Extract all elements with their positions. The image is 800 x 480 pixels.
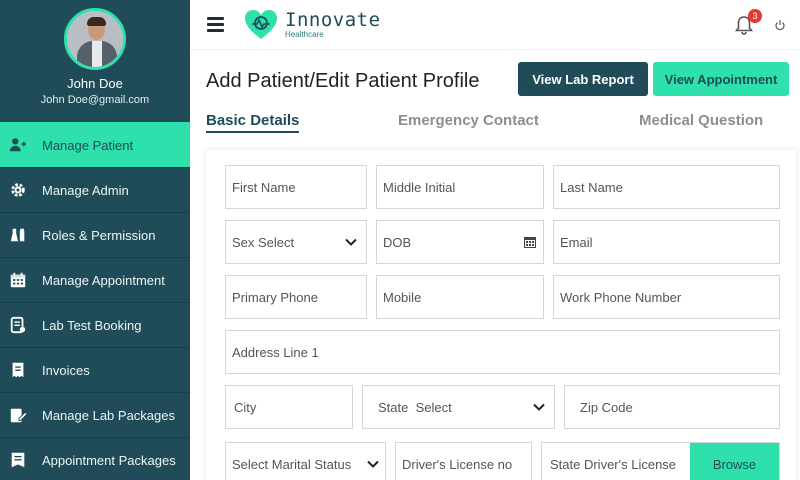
heart-logo-icon	[245, 10, 277, 39]
dob-field[interactable]: DOB	[376, 220, 544, 264]
marital-status-value: Select Marital Status	[232, 456, 352, 472]
first-name-field[interactable]: First Name	[225, 165, 367, 209]
zip-code-field[interactable]: Zip Code	[564, 385, 780, 429]
zip-code-placeholder: Zip Code	[580, 399, 633, 415]
last-name-field[interactable]: Last Name	[553, 165, 780, 209]
mobile-placeholder: Mobile	[383, 289, 422, 305]
primary-phone-placeholder: Primary Phone	[232, 289, 318, 305]
sidebar-item-label: Manage Admin	[42, 182, 129, 198]
logo[interactable]: Innovate Healthcare	[243, 8, 381, 42]
flask-icon	[8, 225, 28, 245]
work-phone-field[interactable]: Work Phone Number	[553, 275, 780, 319]
address-line-1-placeholder: Address Line 1	[232, 344, 319, 360]
primary-phone-field[interactable]: Primary Phone	[225, 275, 367, 319]
state-select[interactable]: State Select	[362, 385, 555, 429]
work-phone-placeholder: Work Phone Number	[560, 289, 682, 305]
chevron-down-icon	[367, 460, 379, 468]
sex-select-value: Sex Select	[232, 234, 295, 250]
chevron-down-icon	[345, 238, 357, 246]
state-select-value: State Select	[378, 399, 452, 415]
sidebar-item-manage-admin[interactable]: Manage Admin	[0, 167, 190, 212]
middle-initial-placeholder: Middle Initial	[383, 179, 456, 195]
logo-title: Innovate	[285, 9, 381, 31]
top-header: Innovate Healthcare 3	[190, 0, 800, 50]
sidebar-item-label: Appointment Packages	[42, 452, 176, 468]
gear-icon	[8, 180, 28, 200]
calendar-icon	[8, 270, 28, 290]
power-icon[interactable]	[775, 19, 785, 31]
tab-emergency-contact[interactable]: Emergency Contact	[398, 112, 539, 129]
sidebar-item-manage-appointment[interactable]: Manage Appointment	[0, 257, 190, 302]
page-title: Add Patient/Edit Patient Profile	[206, 70, 480, 92]
chevron-down-icon	[533, 403, 545, 411]
middle-initial-field[interactable]: Middle Initial	[376, 165, 544, 209]
tab-basic-details[interactable]: Basic Details	[206, 112, 300, 133]
dob-placeholder: DOB	[383, 234, 412, 250]
sidebar-item-label: Manage Lab Packages	[42, 407, 175, 423]
user-name: John Doe	[67, 76, 123, 91]
sidebar-item-label: Roles & Permission	[42, 227, 156, 243]
sidebar-item-invoices[interactable]: Invoices	[0, 347, 190, 392]
user-profile: John Doe John Doe@gmail.com	[0, 0, 190, 122]
email-field[interactable]: Email	[553, 220, 780, 264]
sidebar: John Doe John Doe@gmail.com Manage Patie…	[0, 0, 190, 480]
sidebar-item-appointment-packages[interactable]: Appointment Packages	[0, 437, 190, 480]
calendar-icon[interactable]	[523, 235, 537, 249]
city-field[interactable]: City	[225, 385, 353, 429]
list-icon	[8, 450, 28, 470]
tab-medical-question[interactable]: Medical Question	[639, 112, 763, 129]
address-line-1-field[interactable]: Address Line 1	[225, 330, 780, 374]
mobile-field[interactable]: Mobile	[376, 275, 544, 319]
marital-status-select[interactable]: Select Marital Status	[225, 442, 386, 480]
sidebar-item-label: Invoices	[42, 362, 90, 378]
notification-badge: 3	[748, 9, 762, 23]
drivers-license-field[interactable]: Driver's License no	[395, 442, 532, 480]
sidebar-item-lab-test-booking[interactable]: Lab Test Booking	[0, 302, 190, 347]
form-tabs: Basic Details Emergency Contact Medical …	[206, 112, 796, 134]
sidebar-item-label: Manage Appointment	[42, 272, 165, 288]
user-email: John Doe@gmail.com	[40, 94, 150, 106]
edit-icon	[8, 405, 28, 425]
browse-button[interactable]: Browse	[690, 443, 779, 480]
sidebar-item-label: Manage Patient	[42, 137, 134, 153]
sidebar-menu: Manage Patient Manage Admin Roles & Perm…	[0, 122, 190, 480]
logo-subtitle: Healthcare	[285, 30, 324, 39]
view-appointment-button[interactable]: View Appointment	[653, 62, 789, 96]
email-placeholder: Email	[560, 234, 593, 250]
last-name-placeholder: Last Name	[560, 179, 623, 195]
first-name-placeholder: First Name	[232, 179, 296, 195]
avatar[interactable]	[64, 8, 126, 70]
view-lab-report-button[interactable]: View Lab Report	[518, 62, 648, 96]
sex-select[interactable]: Sex Select	[225, 220, 367, 264]
sidebar-item-manage-patient[interactable]: Manage Patient	[0, 122, 190, 167]
invoice-icon	[8, 360, 28, 380]
hamburger-menu-icon[interactable]	[207, 17, 224, 32]
sidebar-item-label: Lab Test Booking	[42, 317, 142, 333]
sidebar-item-manage-lab-packages[interactable]: Manage Lab Packages	[0, 392, 190, 437]
sidebar-item-roles-permission[interactable]: Roles & Permission	[0, 212, 190, 257]
add-user-icon	[8, 135, 28, 155]
city-placeholder: City	[234, 399, 257, 415]
document-icon	[8, 315, 28, 335]
drivers-license-placeholder: Driver's License no	[402, 456, 513, 472]
